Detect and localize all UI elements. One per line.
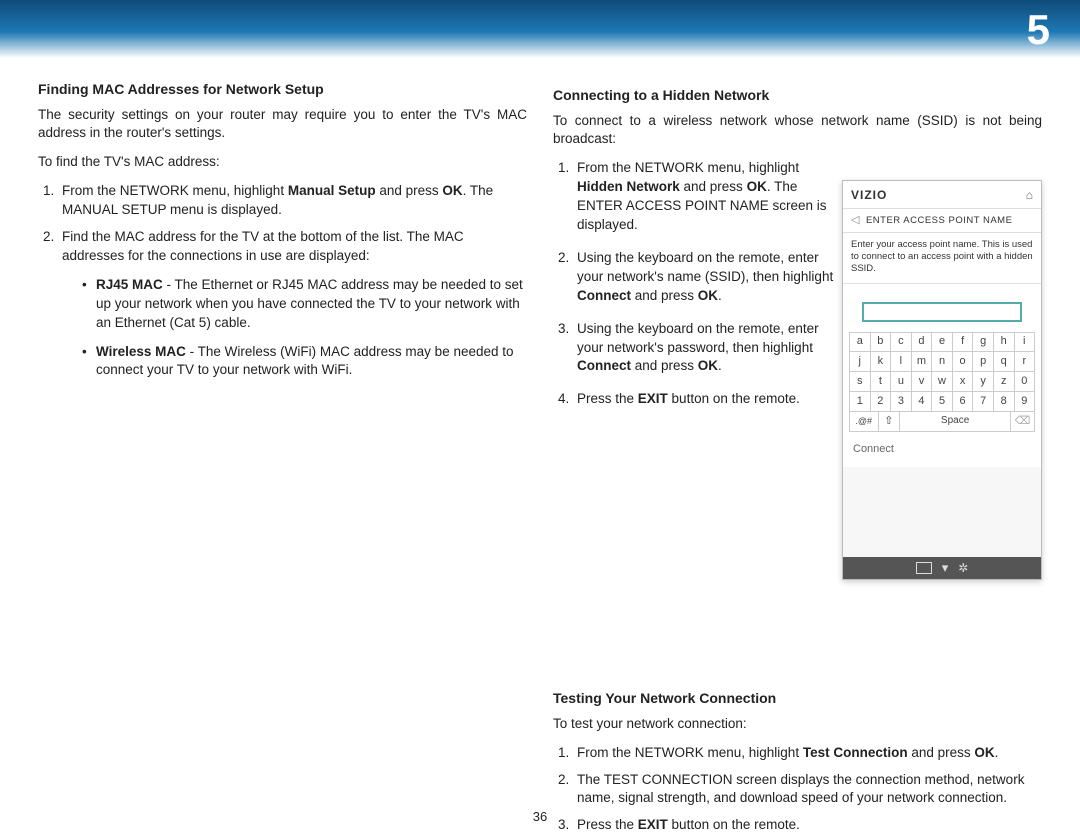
kbd-key[interactable]: i — [1015, 332, 1036, 352]
kbd-key[interactable]: r — [1015, 352, 1036, 372]
kbd-backspace-key[interactable]: ⌫ — [1011, 412, 1035, 432]
kbd-key[interactable]: c — [891, 332, 912, 352]
osd-title: ENTER ACCESS POINT NAME — [866, 214, 1012, 227]
osd-help-text: Enter your access point name. This is us… — [843, 233, 1041, 284]
left-bullet-wireless: Wireless MAC - The Wireless (WiFi) MAC a… — [82, 343, 527, 381]
kbd-key[interactable]: b — [871, 332, 892, 352]
osd-header: VIZIO ⌂ — [843, 181, 1041, 209]
kbd-row-3: 1 2 3 4 5 6 7 8 9 — [849, 392, 1035, 412]
right-column: Connecting to a Hidden Network To connec… — [553, 80, 1042, 810]
left-intro: The security settings on your router may… — [38, 106, 527, 144]
kbd-key[interactable]: x — [953, 372, 974, 392]
kbd-key[interactable]: s — [849, 372, 871, 392]
right2-step-1: From the NETWORK menu, highlight Test Co… — [573, 744, 1042, 763]
left-lead: To find the TV's MAC address: — [38, 153, 527, 172]
kbd-row-actions: .@# ⇧ Space ⌫ — [849, 412, 1035, 432]
right2-heading: Testing Your Network Connection — [553, 689, 1042, 709]
left-step-2: Find the MAC address for the TV at the b… — [58, 228, 527, 380]
osd-screenshot: VIZIO ⌂ ◁ ENTER ACCESS POINT NAME Enter … — [842, 180, 1042, 580]
left-column: Finding MAC Addresses for Network Setup … — [38, 80, 527, 810]
kbd-key[interactable]: n — [932, 352, 953, 372]
left-steps: From the NETWORK menu, highlight Manual … — [58, 182, 527, 380]
left-bullet-rj45: RJ45 MAC - The Ethernet or RJ45 MAC addr… — [82, 276, 527, 333]
kbd-key[interactable]: 9 — [1015, 392, 1036, 412]
right2-step-2: The TEST CONNECTION screen displays the … — [573, 771, 1042, 809]
chevron-down-icon: ▾ — [942, 559, 949, 577]
kbd-space-key[interactable]: Space — [900, 412, 1011, 432]
osd-input-wrap — [843, 284, 1041, 332]
kbd-key[interactable]: w — [932, 372, 953, 392]
left-bullets: RJ45 MAC - The Ethernet or RJ45 MAC addr… — [82, 276, 527, 380]
wide-icon — [916, 562, 932, 574]
content-area: Finding MAC Addresses for Network Setup … — [38, 80, 1042, 810]
right1-step-2: Using the keyboard on the remote, enter … — [573, 249, 838, 306]
ssid-input[interactable] — [862, 302, 1022, 322]
kbd-key[interactable]: v — [912, 372, 933, 392]
right1-step-3: Using the keyboard on the remote, enter … — [573, 320, 838, 377]
kbd-key[interactable]: a — [849, 332, 871, 352]
kbd-key[interactable]: 3 — [891, 392, 912, 412]
kbd-key[interactable]: u — [891, 372, 912, 392]
kbd-key[interactable]: o — [953, 352, 974, 372]
right1-heading: Connecting to a Hidden Network — [553, 86, 1042, 106]
left-heading: Finding MAC Addresses for Network Setup — [38, 80, 527, 100]
document-page: 5 Finding MAC Addresses for Network Setu… — [0, 0, 1080, 834]
osd-title-row: ◁ ENTER ACCESS POINT NAME — [843, 209, 1041, 233]
right1-step-1: From the NETWORK menu, highlight Hidden … — [573, 159, 838, 235]
kbd-key[interactable]: 4 — [912, 392, 933, 412]
kbd-key[interactable]: e — [932, 332, 953, 352]
kbd-key[interactable]: z — [994, 372, 1015, 392]
kbd-key[interactable]: y — [973, 372, 994, 392]
page-number: 36 — [0, 809, 1080, 824]
right1-steps: From the NETWORK menu, highlight Hidden … — [573, 159, 838, 409]
kbd-key[interactable]: 1 — [849, 392, 871, 412]
kbd-key[interactable]: j — [849, 352, 871, 372]
right1-intro: To connect to a wireless network whose n… — [553, 112, 1042, 150]
kbd-key[interactable]: g — [973, 332, 994, 352]
gear-icon: ✲ — [958, 560, 968, 577]
osd-connect[interactable]: Connect — [843, 436, 1041, 467]
kbd-key[interactable]: 8 — [994, 392, 1015, 412]
kbd-key[interactable]: 0 — [1015, 372, 1036, 392]
kbd-row-0: a b c d e f g h i — [849, 332, 1035, 352]
chapter-number: 5 — [1027, 6, 1050, 54]
right1-step-4: Press the EXIT button on the remote. — [573, 390, 838, 409]
back-icon: ◁ — [851, 213, 860, 228]
kbd-key[interactable]: q — [994, 352, 1015, 372]
chapter-header-bar: 5 — [0, 0, 1080, 58]
kbd-key[interactable]: f — [953, 332, 974, 352]
kbd-row-1: j k l m n o p q r — [849, 352, 1035, 372]
kbd-key[interactable]: 5 — [932, 392, 953, 412]
kbd-key[interactable]: d — [912, 332, 933, 352]
kbd-symbols-key[interactable]: .@# — [849, 412, 879, 432]
home-icon: ⌂ — [1026, 187, 1033, 204]
onscreen-keyboard: a b c d e f g h i j k l m — [843, 332, 1041, 436]
kbd-key[interactable]: t — [871, 372, 892, 392]
kbd-key[interactable]: 7 — [973, 392, 994, 412]
osd-brand: VIZIO — [851, 187, 1026, 204]
kbd-shift-key[interactable]: ⇧ — [879, 412, 901, 432]
kbd-key[interactable]: 2 — [871, 392, 892, 412]
kbd-key[interactable]: l — [891, 352, 912, 372]
osd-footer: ▾ ✲ — [843, 557, 1041, 579]
kbd-key[interactable]: k — [871, 352, 892, 372]
kbd-key[interactable]: 6 — [953, 392, 974, 412]
kbd-key[interactable]: p — [973, 352, 994, 372]
kbd-key[interactable]: m — [912, 352, 933, 372]
kbd-row-2: s t u v w x y z 0 — [849, 372, 1035, 392]
right2-lead: To test your network connection: — [553, 715, 1042, 734]
kbd-key[interactable]: h — [994, 332, 1015, 352]
left-step-1: From the NETWORK menu, highlight Manual … — [58, 182, 527, 220]
